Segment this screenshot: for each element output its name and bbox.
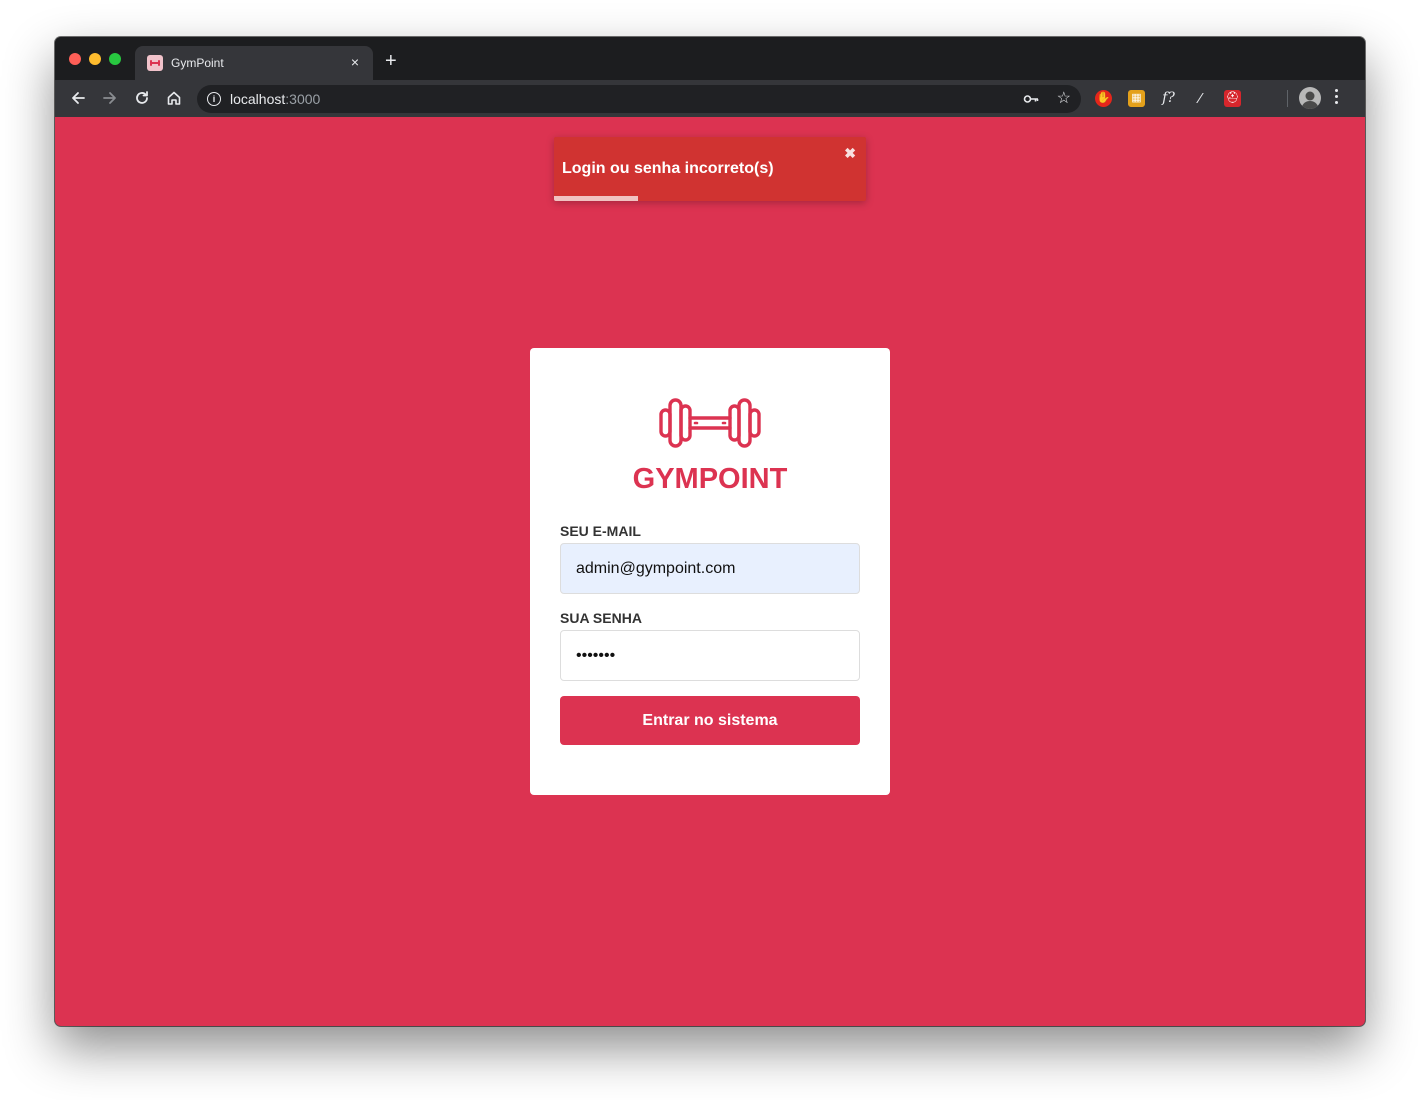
login-card: GYMPOINT SEU E-MAIL SUA SENHA Entrar no … [530, 348, 890, 795]
gympoint-favicon-icon [147, 55, 163, 71]
kebab-menu-icon[interactable] [1335, 89, 1339, 107]
whatfont-extension-icon[interactable]: f? [1160, 90, 1177, 107]
adblock-extension-icon[interactable]: ✋ [1095, 90, 1112, 107]
colorpick-extension-icon[interactable]: ▦ [1128, 90, 1145, 107]
reload-icon [136, 91, 148, 104]
tab-gympoint[interactable]: GymPoint × [135, 46, 373, 80]
url-host: localhost [230, 91, 286, 107]
toolbar-divider [1287, 90, 1288, 107]
login-submit-button[interactable]: Entrar no sistema [560, 696, 860, 745]
tab-title: GymPoint [171, 56, 224, 70]
dumbbell-icon [659, 398, 761, 448]
reload-button[interactable] [131, 87, 153, 109]
profile-avatar[interactable] [1299, 87, 1321, 109]
tab-close-icon[interactable]: × [347, 54, 363, 70]
close-window-button[interactable] [69, 53, 81, 65]
minimize-window-button[interactable] [89, 53, 101, 65]
address-url[interactable]: localhost:3000 [230, 91, 320, 107]
browser-window: GymPoint × + i localhost:3000 ☆ ✋ ▦ f? ⁄… [55, 37, 1365, 1026]
new-tab-button[interactable]: + [385, 51, 397, 71]
forward-button[interactable] [99, 87, 121, 109]
toast-message: Login ou senha incorreto(s) [562, 160, 774, 177]
star-icon[interactable]: ☆ [1057, 90, 1071, 108]
maximize-window-button[interactable] [109, 53, 121, 65]
home-button[interactable] [163, 87, 185, 109]
email-field[interactable] [560, 543, 860, 594]
page-content: Login ou senha incorreto(s) ✖ GYMPOINT S… [55, 117, 1365, 1026]
redux-devtools-extension-icon[interactable]: ⛑ [1224, 90, 1241, 107]
browser-toolbar: i localhost:3000 ☆ ✋ ▦ f? ⁄ ⛑ [55, 80, 1365, 118]
toast-close-icon[interactable]: ✖ [844, 145, 856, 161]
arrow-left-icon [72, 92, 85, 104]
back-button[interactable] [67, 87, 89, 109]
toast-progress-bar [554, 196, 639, 201]
tab-strip: GymPoint × + [55, 37, 1365, 80]
site-info-icon[interactable]: i [207, 92, 221, 106]
brand-logo-text: GYMPOINT [632, 463, 788, 495]
eyedropper-extension-icon[interactable]: ⁄ [1192, 90, 1209, 107]
email-label: SEU E-MAIL [560, 523, 641, 539]
key-icon[interactable] [1023, 91, 1039, 112]
url-port: :3000 [285, 91, 321, 107]
address-bar[interactable]: i localhost:3000 ☆ [197, 85, 1081, 113]
arrow-right-icon [103, 92, 116, 104]
toast-progress-track [554, 196, 866, 201]
password-field[interactable] [560, 630, 860, 681]
home-icon [167, 91, 181, 105]
password-label: SUA SENHA [560, 610, 642, 626]
error-toast[interactable]: Login ou senha incorreto(s) ✖ [554, 137, 866, 201]
